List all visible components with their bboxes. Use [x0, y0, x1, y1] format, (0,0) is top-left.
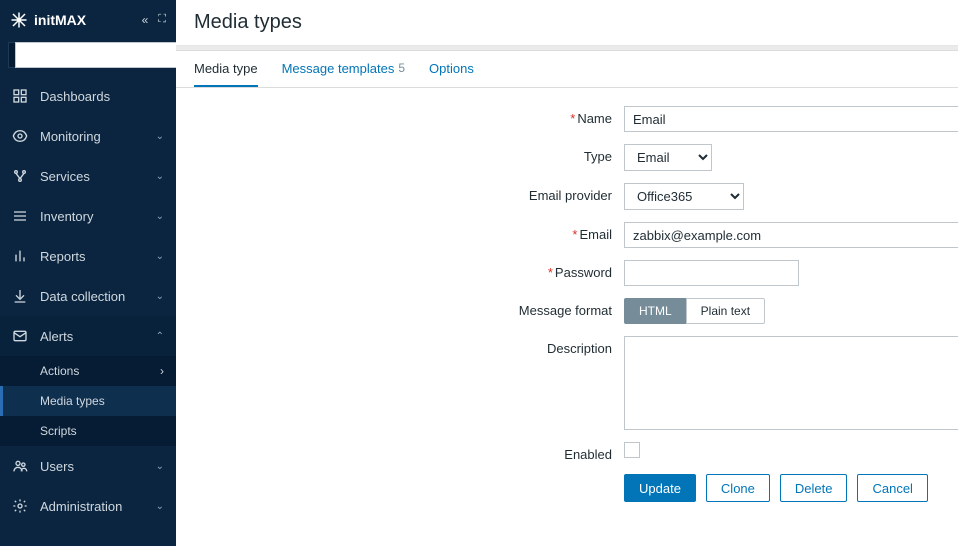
delete-button[interactable]: Delete: [780, 474, 848, 502]
row-description: Description: [176, 336, 958, 430]
email-field[interactable]: [624, 222, 958, 248]
chevron-down-icon: ⌄: [156, 211, 164, 222]
chevron-up-icon: ⌃: [156, 331, 164, 342]
type-select[interactable]: Email: [624, 144, 712, 171]
tab-label: Media type: [194, 61, 258, 76]
tab-label: Message templates: [282, 61, 395, 76]
update-button[interactable]: Update: [624, 474, 696, 502]
sidebar-item-services[interactable]: Services ⌄: [0, 156, 176, 196]
row-email: *Email: [176, 222, 958, 248]
chevron-down-icon: ⌄: [156, 461, 164, 472]
tab-count: 5: [398, 61, 405, 75]
msgformat-html-button[interactable]: HTML: [624, 298, 686, 324]
sidebar-item-monitoring[interactable]: Monitoring ⌄: [0, 116, 176, 156]
tab-message-templates[interactable]: Message templates 5: [282, 51, 405, 87]
label-type: Type: [176, 144, 624, 164]
row-type: Type Email: [176, 144, 958, 171]
row-name: *Name: [176, 106, 958, 132]
clone-button[interactable]: Clone: [706, 474, 770, 502]
tabs: Media type Message templates 5 Options: [176, 51, 958, 88]
tab-options[interactable]: Options: [429, 51, 474, 87]
cancel-button[interactable]: Cancel: [857, 474, 927, 502]
data-collection-icon: [12, 288, 28, 304]
sidebar-search[interactable]: [8, 42, 168, 68]
page-header: Media types: [176, 0, 958, 46]
sidebar-item-label: Data collection: [40, 289, 144, 304]
label-enabled: Enabled: [176, 442, 624, 462]
users-icon: [12, 458, 28, 474]
row-password: *Password: [176, 260, 958, 286]
message-format-toggle: HTML Plain text: [624, 298, 765, 324]
msgformat-plain-button[interactable]: Plain text: [686, 298, 765, 324]
sidebar-nav: Dashboards Monitoring ⌄ Services ⌄ Inven…: [0, 76, 176, 526]
label-name: *Name: [176, 106, 624, 126]
sidebar-item-reports[interactable]: Reports ⌄: [0, 236, 176, 276]
inventory-icon: [12, 208, 28, 224]
sidebar-item-label: Inventory: [40, 209, 144, 224]
description-field[interactable]: [624, 336, 958, 430]
sidebar-item-label: Services: [40, 169, 144, 184]
row-provider: Email provider Office365: [176, 183, 958, 210]
label-password: *Password: [176, 260, 624, 280]
sidebar-item-dashboards[interactable]: Dashboards: [0, 76, 176, 116]
alerts-icon: [12, 328, 28, 344]
sidebar-subitem-label: Scripts: [40, 424, 77, 438]
label-description: Description: [176, 336, 624, 356]
tab-media-type[interactable]: Media type: [194, 51, 258, 87]
sidebar-subitem-actions[interactable]: Actions ›: [0, 356, 176, 386]
sidebar-item-label: Dashboards: [40, 89, 164, 104]
form: *Name Type Email Email provider Office36…: [176, 88, 958, 532]
sidebar-subitem-scripts[interactable]: Scripts: [0, 416, 176, 446]
sidebar-subitem-label: Actions: [40, 364, 79, 378]
fullscreen-icon[interactable]: ⛶: [158, 13, 166, 27]
sidebar-item-label: Alerts: [40, 329, 144, 344]
collapse-sidebar-icon[interactable]: «: [142, 13, 149, 27]
dashboards-icon: [12, 88, 28, 104]
services-icon: [12, 168, 28, 184]
page-title: Media types: [194, 11, 302, 34]
label-message-format: Message format: [176, 298, 624, 318]
chevron-right-icon: ›: [160, 364, 164, 378]
main: Media types Media type Message templates…: [176, 0, 958, 546]
provider-select[interactable]: Office365: [624, 183, 744, 210]
row-enabled: Enabled: [176, 442, 958, 462]
sidebar-header: initMAX « ⛶: [0, 0, 176, 40]
label-email: *Email: [176, 222, 624, 242]
sidebar-item-users[interactable]: Users ⌄: [0, 446, 176, 486]
brand-label: initMAX: [34, 12, 86, 28]
sidebar: initMAX « ⛶ Dashboards Monitoring ⌄ Serv…: [0, 0, 176, 546]
alerts-subnav: Actions › Media types Scripts: [0, 356, 176, 446]
brand-logo-icon: [10, 11, 28, 29]
sidebar-subitem-media-types[interactable]: Media types: [0, 386, 176, 416]
chevron-down-icon: ⌄: [156, 131, 164, 142]
monitoring-icon: [12, 128, 28, 144]
administration-icon: [12, 498, 28, 514]
sidebar-subitem-label: Media types: [40, 394, 105, 408]
chevron-down-icon: ⌄: [156, 171, 164, 182]
tab-label: Options: [429, 61, 474, 76]
sidebar-item-alerts[interactable]: Alerts ⌃: [0, 316, 176, 356]
row-message-format: Message format HTML Plain text: [176, 298, 958, 324]
chevron-down-icon: ⌄: [156, 251, 164, 262]
sidebar-item-label: Monitoring: [40, 129, 144, 144]
reports-icon: [12, 248, 28, 264]
sidebar-item-data-collection[interactable]: Data collection ⌄: [0, 276, 176, 316]
chevron-down-icon: ⌄: [156, 501, 164, 512]
sidebar-item-label: Users: [40, 459, 144, 474]
sidebar-item-label: Reports: [40, 249, 144, 264]
name-field[interactable]: [624, 106, 958, 132]
enabled-checkbox[interactable]: [624, 442, 640, 458]
label-provider: Email provider: [176, 183, 624, 203]
chevron-down-icon: ⌄: [156, 291, 164, 302]
sidebar-item-inventory[interactable]: Inventory ⌄: [0, 196, 176, 236]
sidebar-item-administration[interactable]: Administration ⌄: [0, 486, 176, 526]
sidebar-item-label: Administration: [40, 499, 144, 514]
password-field[interactable]: [624, 260, 799, 286]
row-buttons: Update Clone Delete Cancel: [176, 474, 958, 502]
brand[interactable]: initMAX: [10, 11, 136, 29]
